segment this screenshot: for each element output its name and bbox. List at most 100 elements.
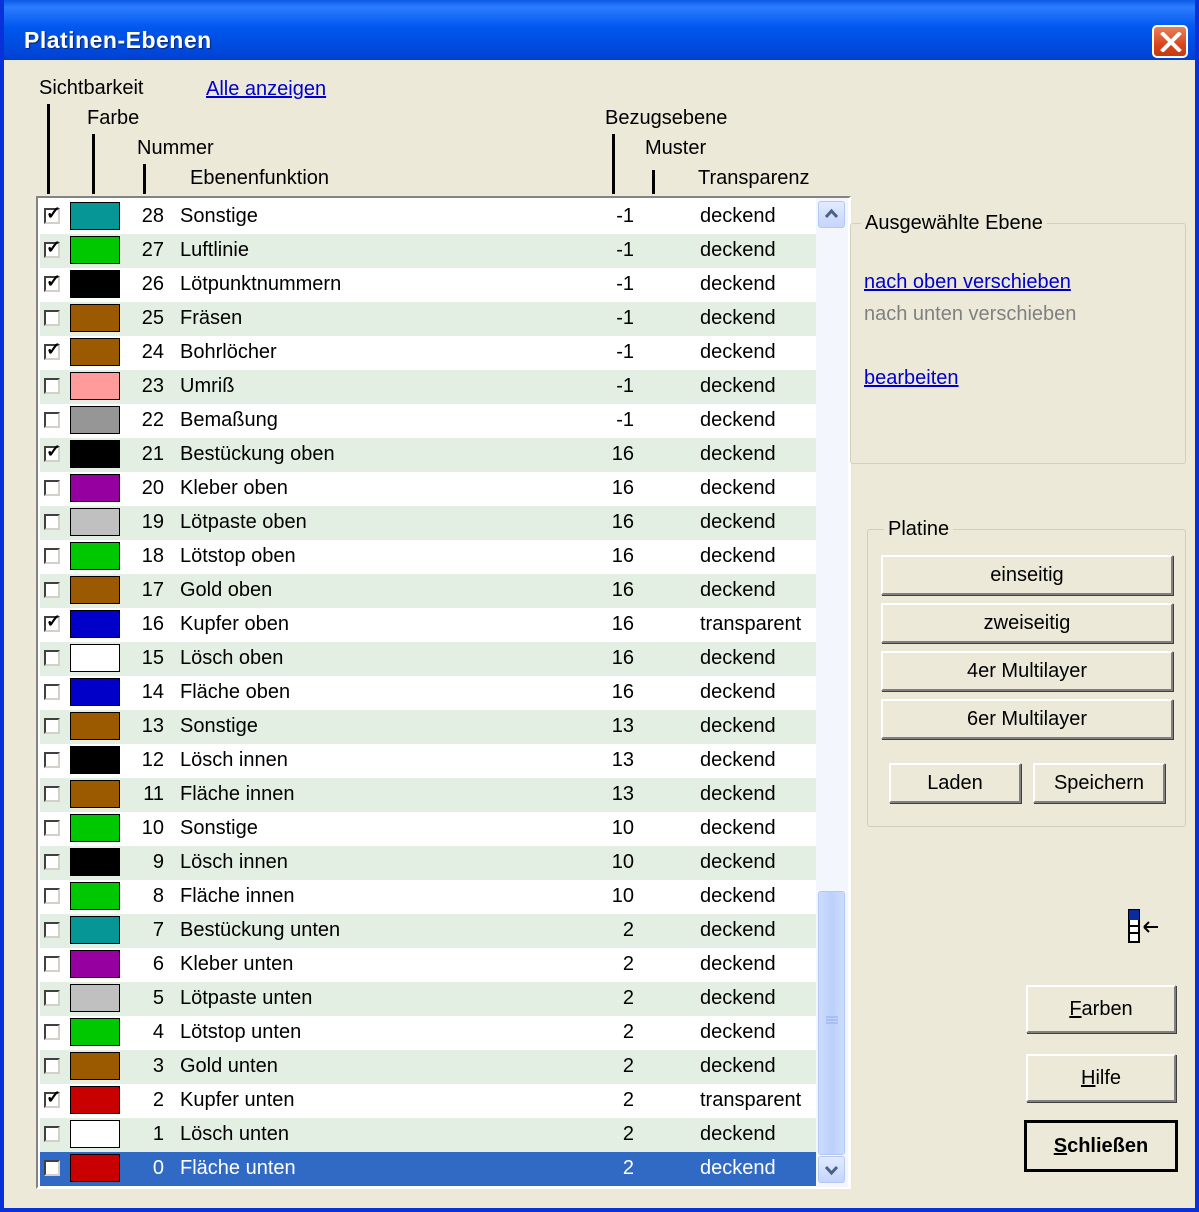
visibility-checkbox[interactable] <box>44 650 60 666</box>
layer-color-swatch[interactable] <box>70 1154 120 1182</box>
help-button[interactable]: Hilfe <box>1026 1054 1176 1102</box>
visibility-checkbox[interactable]: ✓ <box>44 272 61 292</box>
visibility-checkbox[interactable]: ✓ <box>44 442 61 462</box>
collapse-panel-button[interactable] <box>1124 906 1174 946</box>
layer-color-swatch[interactable] <box>70 984 120 1012</box>
layer-color-swatch[interactable] <box>70 576 120 604</box>
layer-row[interactable]: 14 Fläche oben 16 deckend <box>40 676 816 710</box>
layer-transparency[interactable]: deckend <box>700 477 776 500</box>
layer-transparency[interactable]: deckend <box>700 307 776 330</box>
layer-row[interactable]: ✓ 24 Bohrlöcher -1 deckend <box>40 336 816 370</box>
visibility-checkbox[interactable] <box>44 1024 60 1040</box>
layer-color-swatch[interactable] <box>70 372 120 400</box>
layer-color-swatch[interactable] <box>70 542 120 570</box>
visibility-checkbox[interactable] <box>44 1058 60 1074</box>
layer-color-swatch[interactable] <box>70 746 120 774</box>
layer-color-swatch[interactable] <box>70 304 120 332</box>
visibility-checkbox[interactable] <box>44 480 60 496</box>
layer-color-swatch[interactable] <box>70 1052 120 1080</box>
layer-color-swatch[interactable] <box>70 1120 120 1148</box>
layer-color-swatch[interactable] <box>70 338 120 366</box>
colors-button[interactable]: Farben <box>1026 985 1176 1033</box>
layer-color-swatch[interactable] <box>70 610 120 638</box>
visibility-checkbox[interactable]: ✓ <box>44 204 61 224</box>
single-sided-button[interactable]: einseitig <box>881 555 1173 595</box>
layer-list[interactable]: ✓ 28 Sonstige -1 deckend ✓ 27 Luftlinie -1 decken… <box>36 196 851 1189</box>
multilayer-4-button[interactable]: 4er Multilayer <box>881 651 1173 691</box>
layer-row[interactable]: 13 Sonstige 13 deckend <box>40 710 816 744</box>
layer-transparency[interactable]: transparent <box>700 613 801 636</box>
layer-transparency[interactable]: deckend <box>700 783 776 806</box>
scroll-thumb[interactable] <box>818 891 845 1155</box>
visibility-checkbox[interactable]: ✓ <box>44 612 61 632</box>
layer-transparency[interactable]: deckend <box>700 545 776 568</box>
layer-transparency[interactable]: deckend <box>700 681 776 704</box>
layer-row[interactable]: 3 Gold unten 2 deckend <box>40 1050 816 1084</box>
layer-color-swatch[interactable] <box>70 848 120 876</box>
layer-color-swatch[interactable] <box>70 916 120 944</box>
layer-row[interactable]: 23 Umriß -1 deckend <box>40 370 816 404</box>
layer-row[interactable]: 10 Sonstige 10 deckend <box>40 812 816 846</box>
layer-color-swatch[interactable] <box>70 202 120 230</box>
vertical-scrollbar[interactable] <box>816 198 848 1187</box>
multilayer-6-button[interactable]: 6er Multilayer <box>881 699 1173 739</box>
layer-transparency[interactable]: deckend <box>700 511 776 534</box>
visibility-checkbox[interactable] <box>44 956 60 972</box>
layer-row[interactable]: 7 Bestückung unten 2 deckend <box>40 914 816 948</box>
layer-transparency[interactable]: deckend <box>700 239 776 262</box>
layer-row[interactable]: 9 Lösch innen 10 deckend <box>40 846 816 880</box>
layer-transparency[interactable]: deckend <box>700 919 776 942</box>
layer-transparency[interactable]: deckend <box>700 1055 776 1078</box>
layer-color-swatch[interactable] <box>70 236 120 264</box>
layer-row[interactable]: 0 Fläche unten 2 deckend <box>40 1152 816 1186</box>
layer-row[interactable]: 25 Fräsen -1 deckend <box>40 302 816 336</box>
visibility-checkbox[interactable] <box>44 548 60 564</box>
visibility-checkbox[interactable]: ✓ <box>44 238 61 258</box>
layer-color-swatch[interactable] <box>70 712 120 740</box>
close-dialog-button[interactable]: Schließen <box>1024 1120 1178 1172</box>
move-down-link[interactable]: nach unten verschieben <box>864 303 1076 326</box>
layer-color-swatch[interactable] <box>70 508 120 536</box>
layer-transparency[interactable]: deckend <box>700 1123 776 1146</box>
layer-transparency[interactable]: deckend <box>700 953 776 976</box>
layer-color-swatch[interactable] <box>70 950 120 978</box>
layer-row[interactable]: 12 Lösch innen 13 deckend <box>40 744 816 778</box>
layer-row[interactable]: 17 Gold oben 16 deckend <box>40 574 816 608</box>
visibility-checkbox[interactable]: ✓ <box>44 340 61 360</box>
double-sided-button[interactable]: zweiseitig <box>881 603 1173 643</box>
layer-row[interactable]: 11 Fläche innen 13 deckend <box>40 778 816 812</box>
layer-transparency[interactable]: deckend <box>700 273 776 296</box>
layer-transparency[interactable]: deckend <box>700 341 776 364</box>
layer-color-swatch[interactable] <box>70 474 120 502</box>
show-all-link[interactable]: Alle anzeigen <box>206 78 326 101</box>
layer-row[interactable]: 18 Lötstop oben 16 deckend <box>40 540 816 574</box>
scroll-down-button[interactable] <box>818 1156 845 1183</box>
visibility-checkbox[interactable] <box>44 820 60 836</box>
layer-transparency[interactable]: deckend <box>700 1021 776 1044</box>
layer-transparency[interactable]: deckend <box>700 409 776 432</box>
layer-row[interactable]: ✓ 16 Kupfer oben 16 transparent <box>40 608 816 642</box>
layer-row[interactable]: 20 Kleber oben 16 deckend <box>40 472 816 506</box>
layer-transparency[interactable]: deckend <box>700 749 776 772</box>
layer-transparency[interactable]: deckend <box>700 205 776 228</box>
visibility-checkbox[interactable] <box>44 752 60 768</box>
layer-color-swatch[interactable] <box>70 1086 120 1114</box>
layer-color-swatch[interactable] <box>70 270 120 298</box>
layer-color-swatch[interactable] <box>70 780 120 808</box>
layer-transparency[interactable]: transparent <box>700 1089 801 1112</box>
layer-row[interactable]: 22 Bemaßung -1 deckend <box>40 404 816 438</box>
close-button[interactable] <box>1152 25 1188 58</box>
visibility-checkbox[interactable] <box>44 310 60 326</box>
layer-row[interactable]: 5 Lötpaste unten 2 deckend <box>40 982 816 1016</box>
layer-color-swatch[interactable] <box>70 644 120 672</box>
save-button[interactable]: Speichern <box>1033 763 1165 803</box>
visibility-checkbox[interactable] <box>44 684 60 700</box>
visibility-checkbox[interactable] <box>44 718 60 734</box>
layer-color-swatch[interactable] <box>70 814 120 842</box>
visibility-checkbox[interactable] <box>44 1160 60 1176</box>
layer-transparency[interactable]: deckend <box>700 647 776 670</box>
layer-transparency[interactable]: deckend <box>700 375 776 398</box>
visibility-checkbox[interactable] <box>44 412 60 428</box>
layer-color-swatch[interactable] <box>70 882 120 910</box>
layer-row[interactable]: ✓ 27 Luftlinie -1 deckend <box>40 234 816 268</box>
